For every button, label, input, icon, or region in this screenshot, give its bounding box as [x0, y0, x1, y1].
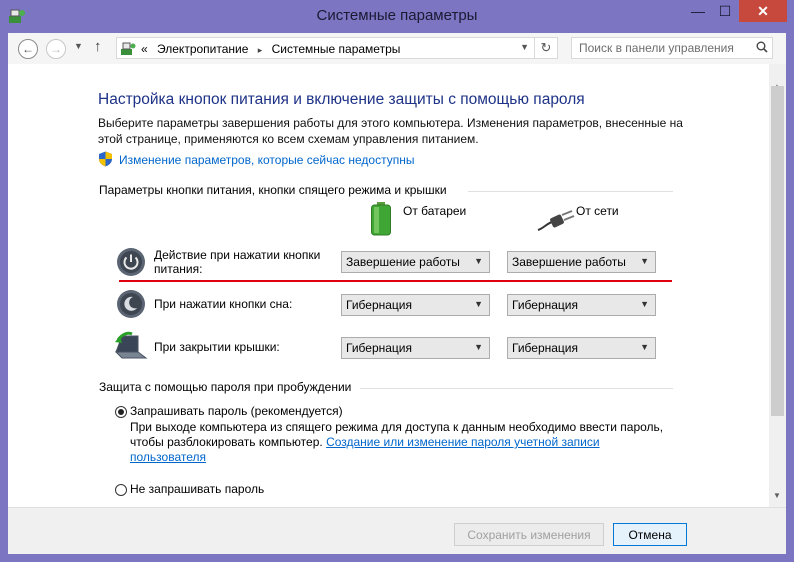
page-title: Настройка кнопок питания и включение защ… — [98, 91, 585, 108]
address-bar[interactable]: « Электропитание ▸ Системные параметры ▼… — [116, 37, 558, 59]
close-button[interactable]: ✕ — [739, 0, 787, 22]
breadcrumb-separator-icon[interactable]: ▸ — [258, 45, 263, 55]
control-panel-window: Системные параметры — ☐ ✕ ← → ▼ ↑ « Элек… — [0, 0, 794, 562]
up-arrow-icon[interactable]: ↑ — [94, 38, 102, 55]
chevron-down-icon: ▼ — [474, 256, 483, 266]
require-password-label[interactable]: Запрашивать пароль (рекомендуется) — [130, 404, 343, 418]
no-password-radio[interactable] — [115, 484, 127, 496]
lid-close-battery-select[interactable]: Гибернация ▼ — [341, 337, 490, 359]
lid-close-battery-value: Гибернация — [346, 341, 412, 355]
window-title: Системные параметры — [316, 7, 478, 24]
power-buttons-section-title: Параметры кнопки питания, кнопки спящего… — [99, 183, 447, 197]
chevron-down-icon: ▼ — [640, 299, 649, 309]
search-box[interactable] — [571, 37, 773, 59]
change-unavailable-settings-text[interactable]: Изменение параметров, которые сейчас нед… — [119, 153, 415, 167]
search-icon[interactable] — [756, 41, 768, 53]
power-button-ac-select[interactable]: Завершение работы ▼ — [507, 251, 656, 273]
chevron-down-icon: ▼ — [640, 342, 649, 352]
require-password-description: При выходе компьютера из спящего режима … — [130, 420, 670, 465]
breadcrumb: « Электропитание ▸ Системные параметры — [141, 42, 406, 56]
cancel-button[interactable]: Отмена — [613, 523, 687, 546]
sleep-button-battery-select[interactable]: Гибернация ▼ — [341, 294, 490, 316]
laptop-lid-icon — [114, 331, 148, 359]
back-arrow-icon[interactable]: ← — [18, 39, 38, 59]
column-header-ac: От сети — [576, 204, 619, 218]
lid-close-ac-select[interactable]: Гибернация ▼ — [507, 337, 656, 359]
power-button-ac-value: Завершение работы — [512, 255, 626, 269]
breadcrumb-item-power-options[interactable]: Электропитание — [157, 42, 248, 56]
address-dropdown-icon[interactable]: ▼ — [520, 42, 529, 52]
section-divider — [360, 388, 673, 389]
page-description: Выберите параметры завершения работы для… — [98, 116, 683, 146]
lid-close-action-label: При закрытии крышки: — [154, 340, 280, 354]
chevron-down-icon: ▼ — [474, 299, 483, 309]
power-button-icon — [117, 248, 145, 276]
chevron-down-icon: ▼ — [474, 342, 483, 352]
sleep-button-battery-value: Гибернация — [346, 298, 412, 312]
title-bar[interactable]: Системные параметры — ☐ ✕ — [0, 0, 794, 33]
require-password-radio[interactable] — [115, 406, 127, 418]
maximize-button[interactable]: ☐ — [712, 0, 738, 22]
power-button-action-label: Действие при нажатии кнопки питания: — [154, 248, 321, 276]
content-area: Настройка кнопок питания и включение защ… — [8, 64, 769, 507]
power-button-battery-value: Завершение работы — [346, 255, 460, 269]
breadcrumb-item-system-settings[interactable]: Системные параметры — [272, 42, 401, 56]
lid-close-ac-value: Гибернация — [512, 341, 578, 355]
sleep-button-action-label: При нажатии кнопки сна: — [154, 297, 293, 311]
recent-locations-dropdown-icon[interactable]: ▼ — [74, 41, 83, 51]
power-button-battery-select[interactable]: Завершение работы ▼ — [341, 251, 490, 273]
refresh-icon[interactable]: ↻ — [534, 38, 557, 58]
highlight-underline — [119, 280, 672, 282]
control-panel-icon — [121, 42, 136, 55]
chevron-down-icon: ▼ — [640, 256, 649, 266]
scroll-down-arrow-icon[interactable]: ▼ — [773, 491, 781, 500]
footer-bar: Сохранить изменения Отмена — [8, 507, 786, 554]
scrollbar-thumb[interactable] — [771, 86, 784, 416]
sleep-button-icon — [117, 290, 145, 318]
forward-arrow-icon[interactable]: → — [46, 39, 66, 59]
uac-shield-icon — [99, 151, 112, 167]
column-header-battery: От батареи — [403, 204, 467, 218]
power-plug-icon — [537, 210, 575, 231]
no-password-label[interactable]: Не запрашивать пароль — [130, 482, 264, 496]
navigation-bar: ← → ▼ ↑ « Электропитание ▸ Системные пар… — [8, 33, 786, 64]
search-input[interactable] — [572, 38, 755, 58]
section-divider — [468, 191, 673, 192]
save-changes-button[interactable]: Сохранить изменения — [454, 523, 604, 546]
minimize-button[interactable]: — — [684, 0, 712, 22]
password-section-title: Защита с помощью пароля при пробуждении — [99, 380, 352, 394]
sleep-button-ac-select[interactable]: Гибернация ▼ — [507, 294, 656, 316]
breadcrumb-overflow[interactable]: « — [141, 42, 148, 56]
sleep-button-ac-value: Гибернация — [512, 298, 578, 312]
vertical-scrollbar[interactable]: ▲ ▼ — [769, 64, 786, 507]
battery-icon — [371, 202, 391, 236]
